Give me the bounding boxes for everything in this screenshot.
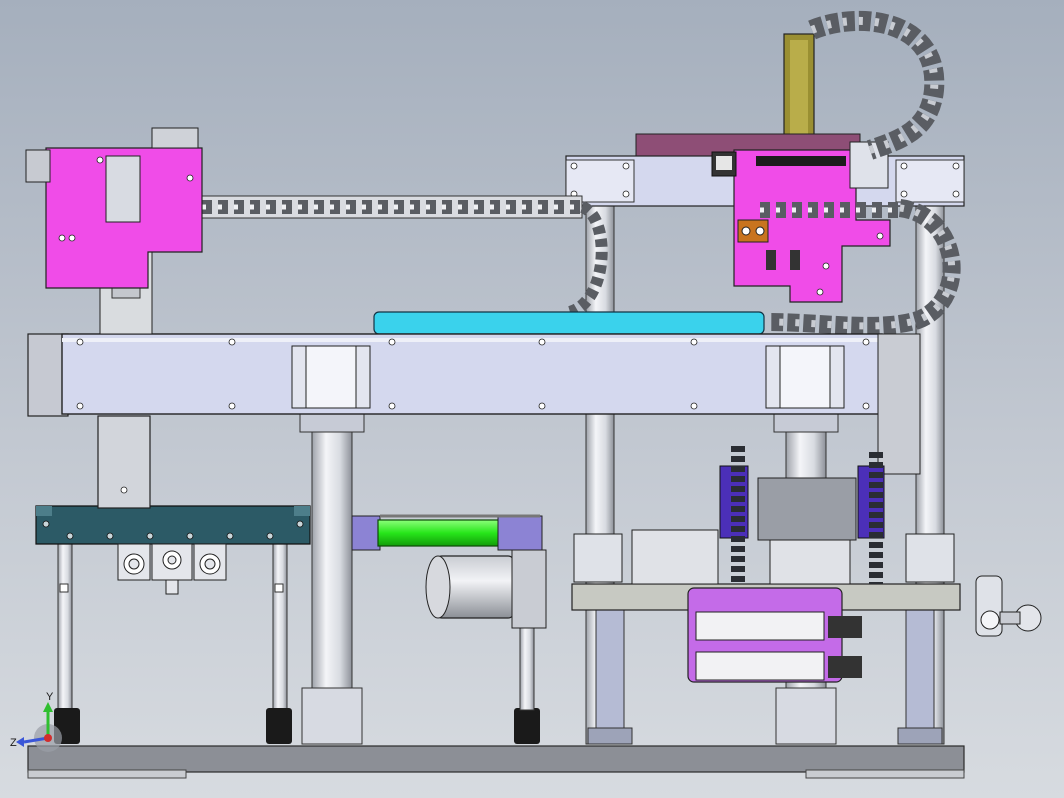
cad-model-drawing: Y Z <box>10 10 1042 779</box>
base-plate <box>27 745 965 779</box>
cyan-plate <box>373 311 765 335</box>
top-right-gantry <box>565 33 965 303</box>
cad-viewport[interactable]: Y Z <box>0 0 1064 798</box>
pneumatic-cylinder-icon <box>351 514 543 551</box>
right-table <box>571 446 961 683</box>
left-feet <box>54 708 540 744</box>
triad-y-label: Y <box>46 691 54 703</box>
triad-z-label: Z <box>10 737 17 749</box>
motor-icon <box>425 549 547 629</box>
left-z-axis <box>25 127 203 509</box>
valve-icon <box>975 575 1042 637</box>
